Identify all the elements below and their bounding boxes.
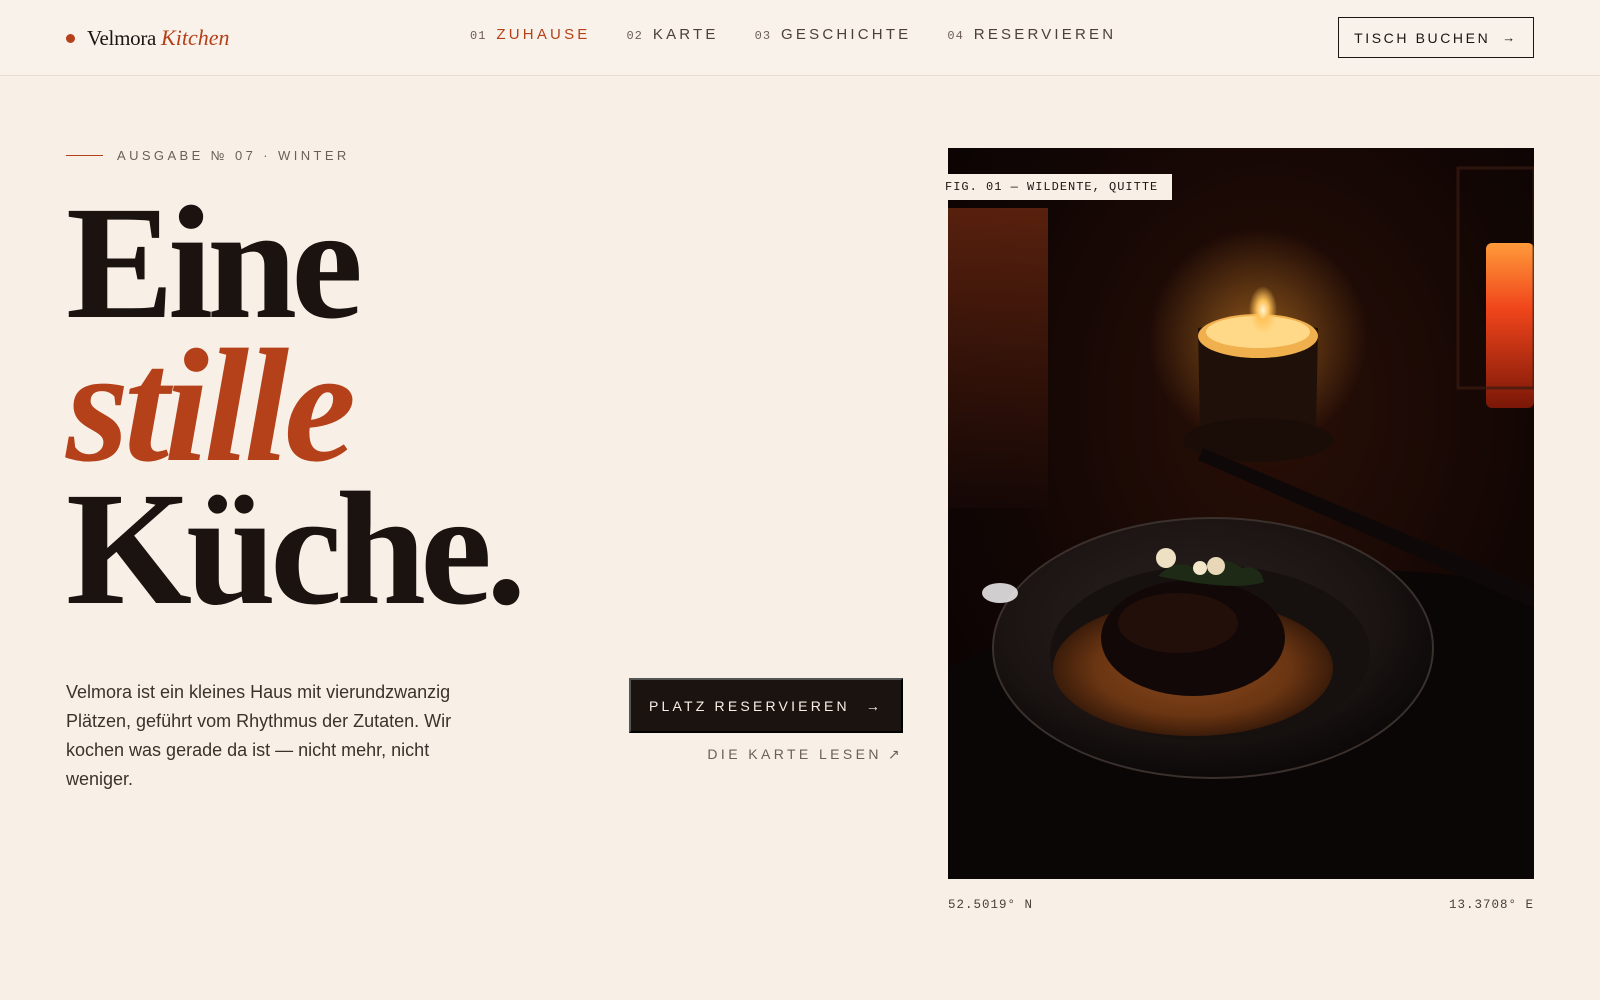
hero-headline: Eine stille Küche. <box>66 174 527 639</box>
dish-photo <box>948 148 1534 879</box>
read-menu-link[interactable]: DIE KARTE LESEN ↗ <box>690 746 903 763</box>
headline-line-1: Eine <box>66 174 363 353</box>
issue-text: AUSGABE № 07 · WINTER <box>117 148 350 163</box>
book-table-label: TISCH BUCHEN <box>1354 29 1491 46</box>
nav-item-label: RESERVIEREN <box>973 26 1117 43</box>
nav-item-reservieren[interactable]: 04 RESERVIEREN <box>947 26 1116 43</box>
nav-item-geschichte[interactable]: 03 GESCHICHTE <box>755 26 912 43</box>
headline-line-2: stille <box>66 317 356 496</box>
issue-label: AUSGABE № 07 · WINTER <box>66 148 350 163</box>
brand-dot-icon <box>66 33 75 43</box>
brand-name: Velmora <box>87 25 157 50</box>
site-header: Velmora Kitchen 01 ZUHAUSE 02 KARTE 03 G… <box>0 0 1600 76</box>
brand-accent: Kitchen <box>161 25 230 50</box>
arrow-right-icon: → <box>865 697 884 714</box>
reserve-seat-button[interactable]: PLATZ RESERVIEREN → <box>629 678 903 733</box>
figure-caption: FIG. 01 — WILDENTE, QUITTE <box>943 174 1173 200</box>
main-nav: 01 ZUHAUSE 02 KARTE 03 GESCHICHTE 04 RES… <box>470 26 1152 43</box>
nav-item-number: 02 <box>626 29 643 43</box>
nav-item-zuhause[interactable]: 01 ZUHAUSE <box>470 26 590 43</box>
headline-line-3: Küche. <box>66 460 527 639</box>
read-menu-label: DIE KARTE LESEN <box>707 746 882 762</box>
nav-item-label: ZUHAUSE <box>496 26 591 43</box>
brand-logo[interactable]: Velmora Kitchen <box>66 22 229 54</box>
arrow-up-right-icon: ↗ <box>887 746 903 762</box>
latitude-readout: 52.5019° N <box>948 898 1034 912</box>
nav-item-label: GESCHICHTE <box>781 26 912 43</box>
reserve-seat-label: PLATZ RESERVIEREN <box>648 697 850 714</box>
nav-item-number: 03 <box>754 29 772 43</box>
intro-paragraph: Velmora ist ein kleines Haus mit vierund… <box>66 682 452 789</box>
book-table-button[interactable]: TISCH BUCHEN → <box>1338 17 1534 58</box>
arrow-right-icon: → <box>1502 30 1518 45</box>
nav-item-number: 04 <box>947 29 964 43</box>
dish-photo-illustration <box>948 148 1534 879</box>
issue-rule-divider <box>66 154 103 157</box>
longitude-readout: 13.3708° E <box>1448 898 1534 912</box>
nav-item-number: 01 <box>470 29 487 43</box>
nav-item-karte[interactable]: 02 KARTE <box>626 26 718 43</box>
nav-item-label: KARTE <box>652 26 719 43</box>
